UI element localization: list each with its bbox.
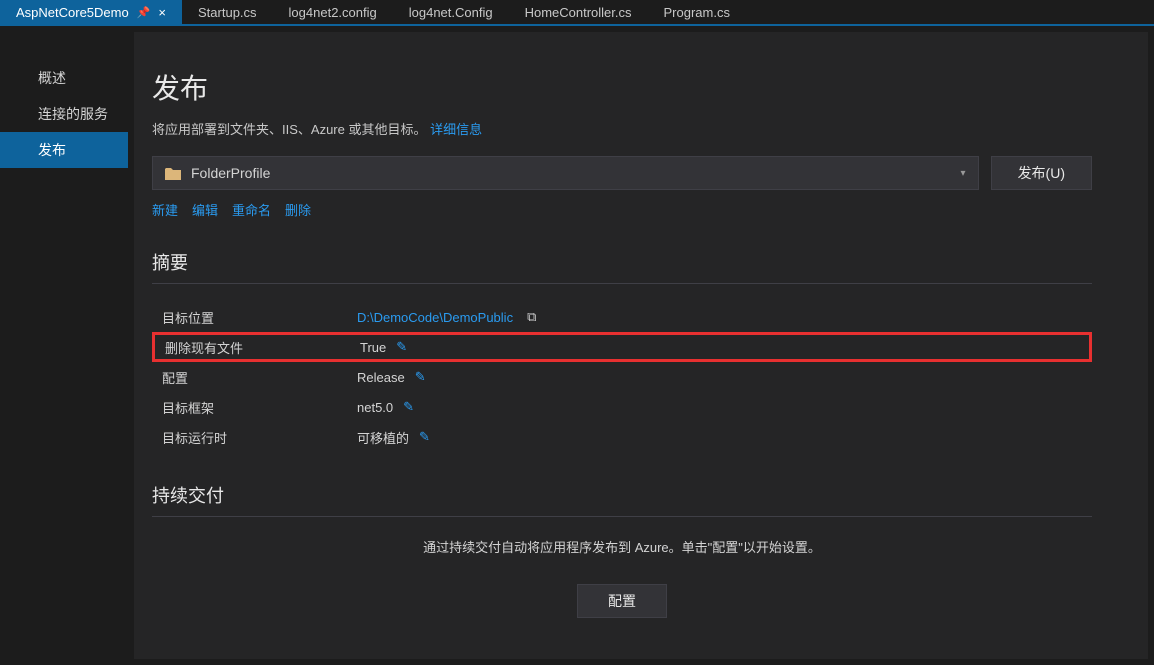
summary-value: D:\DemoCode\DemoPublic ⧉: [357, 309, 536, 325]
tab-label: HomeController.cs: [525, 5, 632, 20]
publish-content: 发布 将应用部署到文件夹、IIS、Azure 或其他目标。 详细信息 Folde…: [134, 32, 1148, 659]
sidebar-item-label: 发布: [38, 142, 66, 158]
config-button[interactable]: 配置: [577, 584, 667, 618]
summary-row-target-location: 目标位置 D:\DemoCode\DemoPublic ⧉: [152, 302, 1092, 332]
edit-icon[interactable]: ✎: [403, 399, 414, 415]
tab-program[interactable]: Program.cs: [648, 0, 746, 24]
pin-icon[interactable]: 📌: [137, 6, 151, 19]
cd-description: 通过持续交付自动将应用程序发布到 Azure。单击"配置"以开始设置。: [152, 537, 1092, 556]
page-description: 将应用部署到文件夹、IIS、Azure 或其他目标。 详细信息: [152, 119, 1092, 138]
tab-log4net[interactable]: log4net.Config: [393, 0, 509, 24]
summary-row-target-framework: 目标框架 net5.0 ✎: [152, 392, 1092, 422]
chevron-down-icon: ▾: [961, 168, 966, 179]
summary-row-delete-existing: 删除现有文件 True ✎: [152, 332, 1092, 362]
rename-link[interactable]: 重命名: [232, 200, 271, 219]
profile-name: FolderProfile: [191, 165, 270, 181]
sidebar: 概述 连接的服务 发布: [0, 26, 128, 665]
summary-label: 目标运行时: [152, 428, 357, 447]
publish-button[interactable]: 发布(U): [991, 156, 1092, 190]
close-icon[interactable]: ×: [158, 5, 166, 20]
summary-title: 摘要: [152, 249, 1092, 275]
folder-icon: [165, 167, 181, 180]
summary-value: 可移植的 ✎: [357, 428, 430, 447]
summary-value: net5.0 ✎: [357, 399, 414, 415]
main-area: 概述 连接的服务 发布 发布 将应用部署到文件夹、IIS、Azure 或其他目标…: [0, 26, 1154, 665]
tab-log4net2[interactable]: log4net2.config: [273, 0, 393, 24]
tab-active[interactable]: AspNetCore5Demo 📌 ×: [0, 0, 182, 24]
sidebar-item-overview[interactable]: 概述: [0, 60, 128, 96]
profile-actions: 新建 编辑 重命名 删除: [152, 200, 1092, 219]
summary-label: 删除现有文件: [155, 338, 360, 357]
sidebar-item-publish[interactable]: 发布: [0, 132, 128, 168]
cd-button-wrap: 配置: [152, 584, 1092, 618]
sidebar-item-connected-services[interactable]: 连接的服务: [0, 96, 128, 132]
summary-value: True ✎: [360, 339, 407, 355]
tab-label: log4net2.config: [289, 5, 377, 20]
summary-label: 目标位置: [152, 308, 357, 327]
summary-label: 配置: [152, 368, 357, 387]
cd-title: 持续交付: [152, 482, 1092, 508]
divider: [152, 283, 1092, 284]
edit-link[interactable]: 编辑: [192, 200, 218, 219]
edit-icon[interactable]: ✎: [419, 429, 430, 445]
target-location-link[interactable]: D:\DemoCode\DemoPublic: [357, 310, 513, 325]
sidebar-item-label: 概述: [38, 70, 66, 86]
summary-label: 目标框架: [152, 398, 357, 417]
delete-link[interactable]: 删除: [285, 200, 311, 219]
summary-value: Release ✎: [357, 369, 426, 385]
divider: [152, 516, 1092, 517]
details-link[interactable]: 详细信息: [430, 122, 482, 137]
sidebar-item-label: 连接的服务: [38, 106, 108, 122]
tab-startup[interactable]: Startup.cs: [182, 0, 273, 24]
profile-select[interactable]: FolderProfile ▾: [152, 156, 979, 190]
edit-icon[interactable]: ✎: [415, 369, 426, 385]
summary-row-configuration: 配置 Release ✎: [152, 362, 1092, 392]
new-link[interactable]: 新建: [152, 200, 178, 219]
page-title: 发布: [152, 67, 1092, 107]
summary-table: 目标位置 D:\DemoCode\DemoPublic ⧉ 删除现有文件 Tru…: [152, 302, 1092, 452]
summary-row-target-runtime: 目标运行时 可移植的 ✎: [152, 422, 1092, 452]
tab-label: Startup.cs: [198, 5, 257, 20]
copy-icon[interactable]: ⧉: [527, 309, 536, 325]
profile-row: FolderProfile ▾ 发布(U): [152, 156, 1092, 190]
tab-label: Program.cs: [664, 5, 730, 20]
edit-icon[interactable]: ✎: [396, 339, 407, 355]
tab-label: AspNetCore5Demo: [16, 5, 129, 20]
tab-bar: AspNetCore5Demo 📌 × Startup.cs log4net2.…: [0, 0, 1154, 26]
tab-label: log4net.Config: [409, 5, 493, 20]
tab-homecontroller[interactable]: HomeController.cs: [509, 0, 648, 24]
